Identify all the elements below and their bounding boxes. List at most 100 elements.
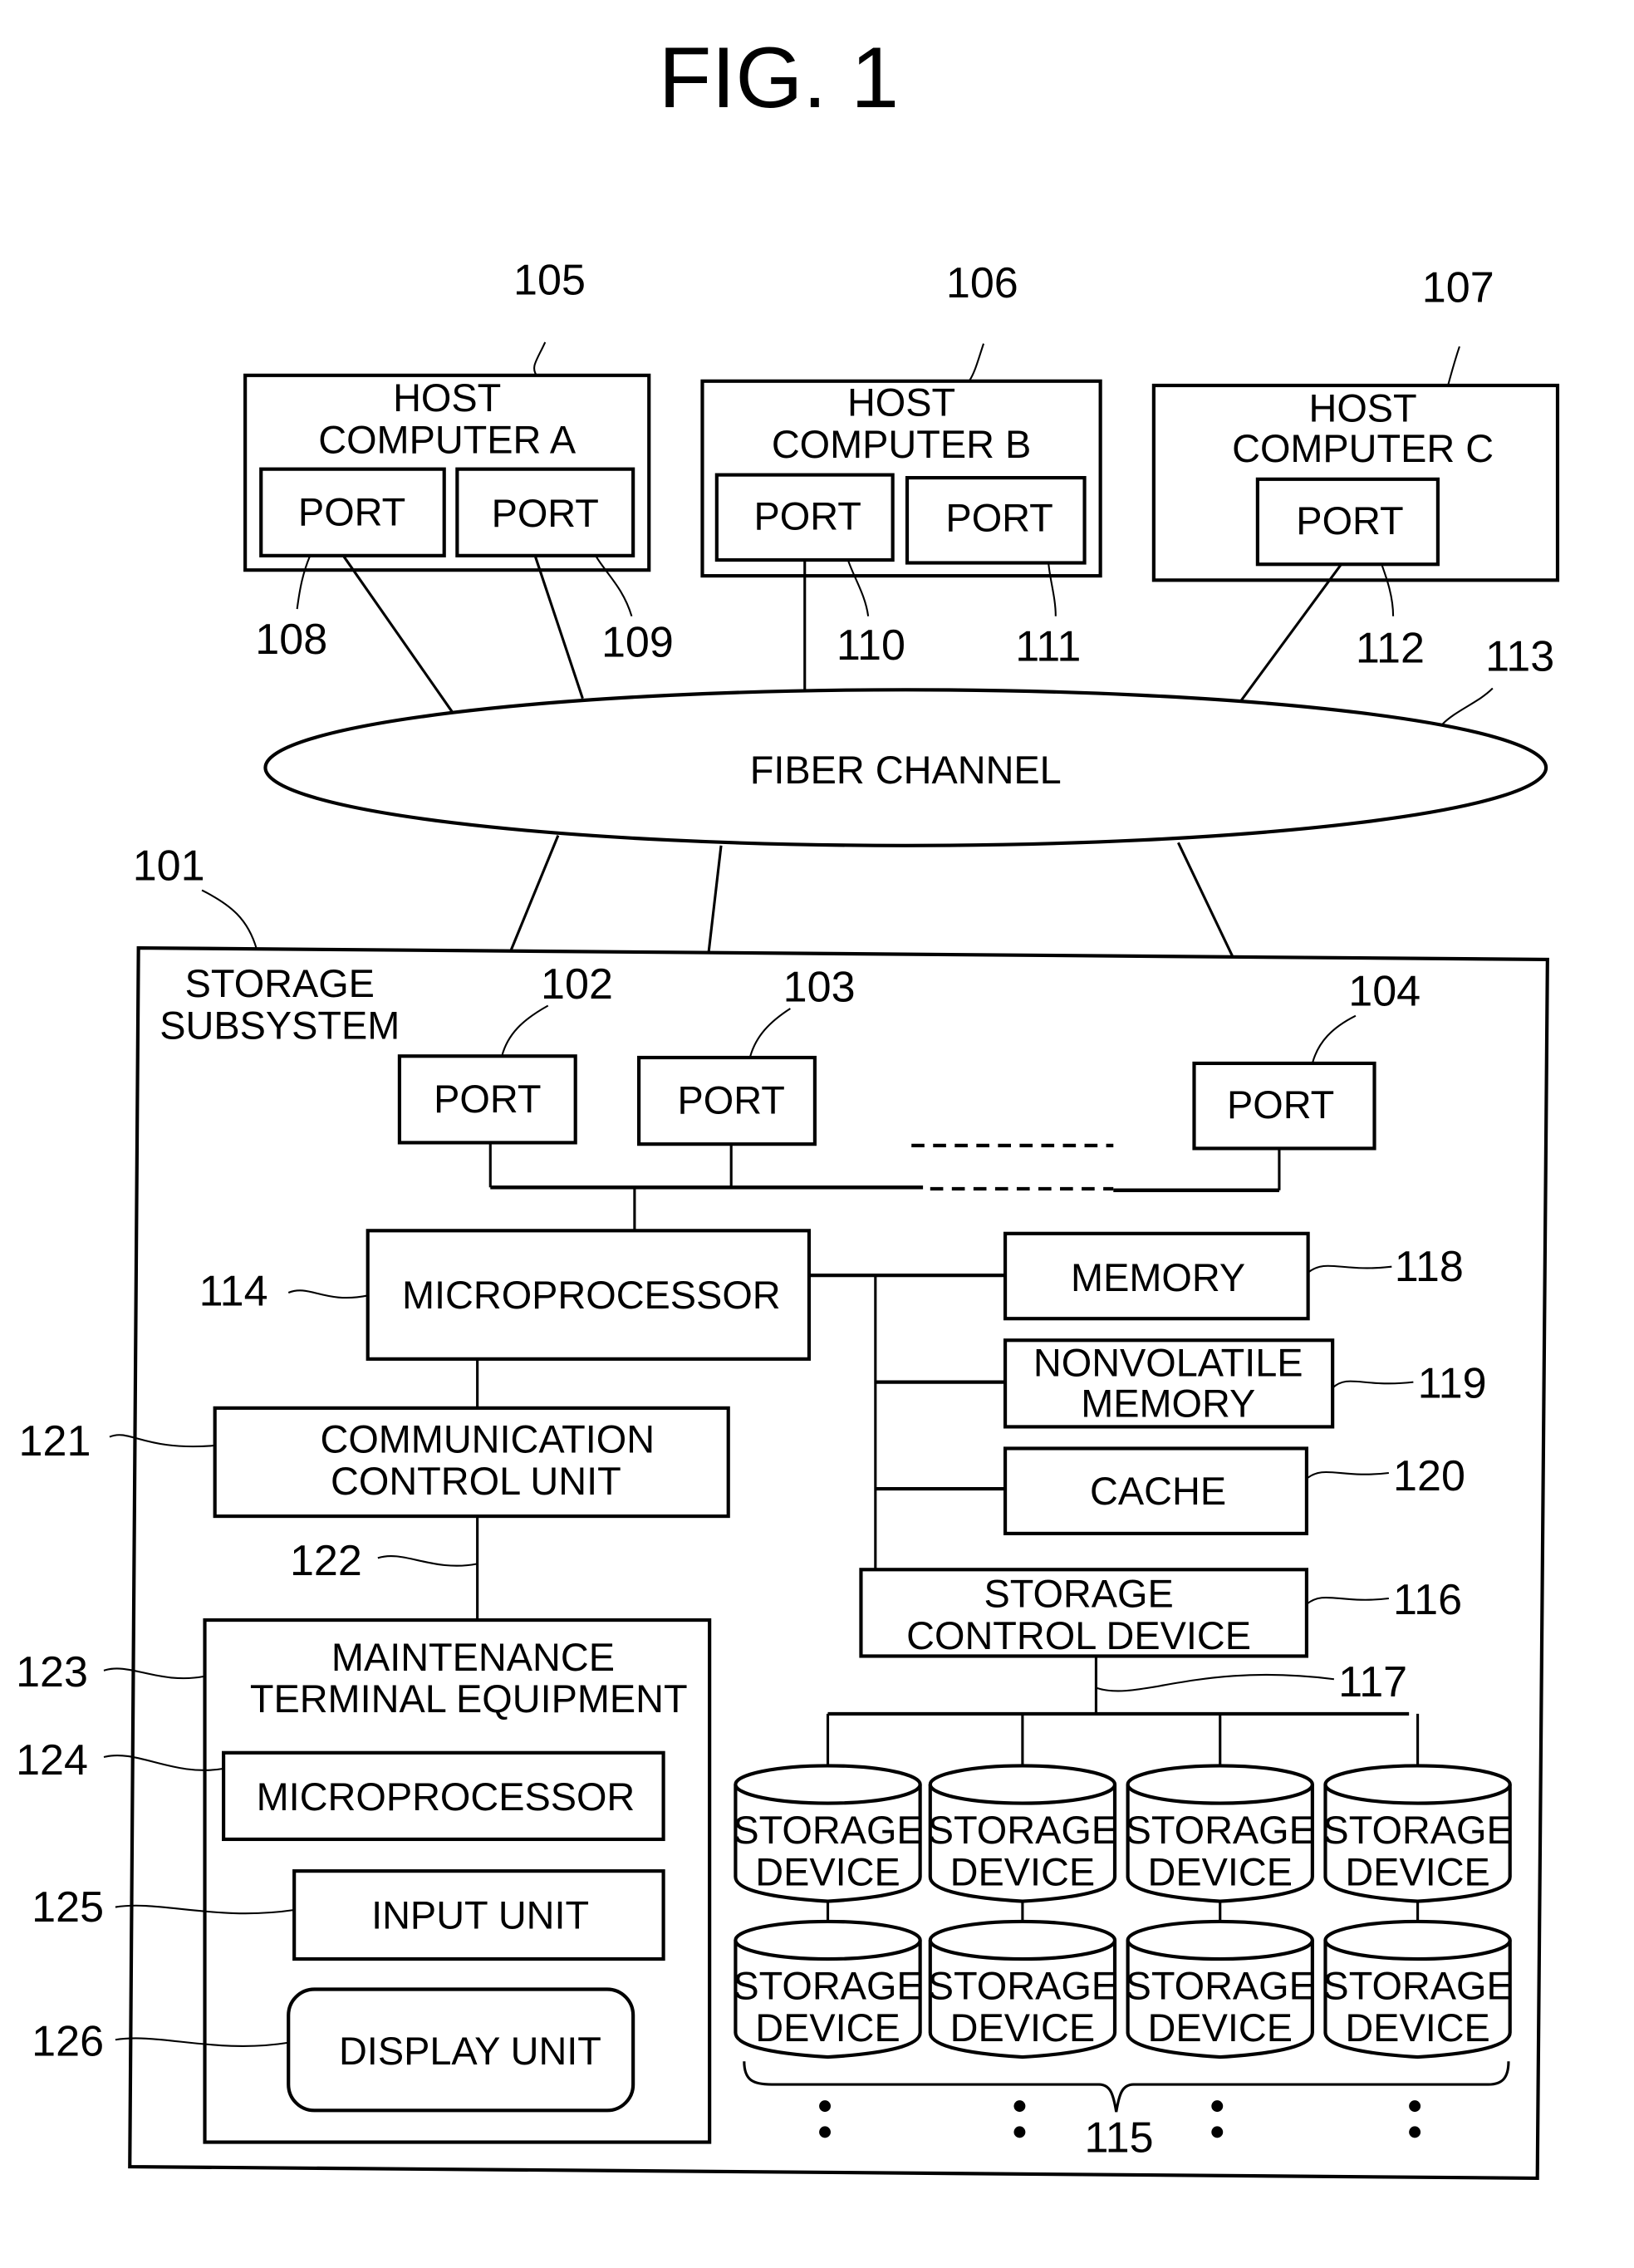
storage-control-label-2: CONTROL DEVICE bbox=[906, 1614, 1251, 1657]
ref-110: 110 bbox=[837, 621, 905, 670]
ellipsis-dot bbox=[1013, 2100, 1026, 2113]
storage-subsystem-label-2: SUBSYSTEM bbox=[159, 1004, 400, 1047]
host-a-port-2-label: PORT bbox=[492, 492, 599, 535]
ellipsis-dot bbox=[1409, 2126, 1421, 2138]
storage-device-label-1: STORAGE bbox=[733, 1965, 922, 2008]
ref-113: 113 bbox=[1485, 633, 1554, 681]
storage-device: STORAGEDEVICE bbox=[1126, 1919, 1315, 2059]
host-a-label-1: HOST bbox=[393, 376, 501, 420]
host-a-label-2: COMPUTER A bbox=[318, 419, 577, 462]
storage-port-104-label: PORT bbox=[1227, 1083, 1334, 1127]
storage-device-label-1: STORAGE bbox=[928, 1965, 1117, 2008]
link-port-109 bbox=[533, 555, 584, 700]
microprocessor-114-label: MICROPROCESSOR bbox=[402, 1274, 781, 1317]
leader-113 bbox=[1441, 687, 1494, 725]
storage-device-label-2: DEVICE bbox=[1345, 2006, 1489, 2050]
ellipsis-dot bbox=[1211, 2100, 1224, 2113]
storage-device-label-2: DEVICE bbox=[1148, 1851, 1293, 1894]
storage-device-top bbox=[734, 1919, 922, 1961]
host-computer-a: 105 HOST COMPUTER A PORT PORT 108 109 bbox=[243, 257, 674, 666]
ref-101: 101 bbox=[133, 842, 205, 890]
storage-device: STORAGEDEVICE bbox=[1322, 1919, 1513, 2059]
input-unit-label: INPUT UNIT bbox=[371, 1894, 589, 1937]
storage-control-label-1: STORAGE bbox=[984, 1572, 1173, 1615]
storage-device-label-2: DEVICE bbox=[1148, 2006, 1293, 2050]
memory-118-label: MEMORY bbox=[1071, 1256, 1245, 1299]
ref-117: 117 bbox=[1338, 1658, 1407, 1706]
storage-device-top bbox=[734, 1764, 922, 1805]
storage-device: STORAGEDEVICE bbox=[733, 1764, 923, 1903]
storage-device-top bbox=[1323, 1919, 1512, 1961]
link-port-112 bbox=[1236, 563, 1342, 707]
ref-108: 108 bbox=[255, 616, 327, 664]
ref-105: 105 bbox=[513, 257, 586, 305]
storage-device-label-1: STORAGE bbox=[1322, 1965, 1512, 2008]
storage-device: STORAGEDEVICE bbox=[928, 1764, 1117, 1903]
ref-124: 124 bbox=[16, 1736, 88, 1784]
storage-port-103-label: PORT bbox=[678, 1079, 785, 1122]
storage-subsystem-label-1: STORAGE bbox=[185, 962, 375, 1005]
storage-device-top bbox=[1126, 1764, 1314, 1805]
host-c-port-label: PORT bbox=[1296, 499, 1403, 542]
figure-title: FIG. 1 bbox=[659, 30, 899, 126]
host-b-port-2-label: PORT bbox=[945, 496, 1053, 539]
ref-126: 126 bbox=[32, 2017, 104, 2065]
link-port-108 bbox=[341, 554, 454, 714]
cache-120-label: CACHE bbox=[1090, 1470, 1226, 1513]
storage-device: STORAGEDEVICE bbox=[733, 1919, 923, 2059]
ref-122: 122 bbox=[290, 1537, 362, 1585]
storage-device-label-2: DEVICE bbox=[755, 1851, 900, 1894]
ref-102: 102 bbox=[541, 960, 613, 1009]
storage-device-label-1: STORAGE bbox=[1126, 1965, 1315, 2008]
ref-103: 103 bbox=[783, 963, 856, 1011]
ref-119: 119 bbox=[1418, 1360, 1487, 1408]
storage-device-label-1: STORAGE bbox=[733, 1809, 922, 1852]
host-c-label-2: COMPUTER C bbox=[1232, 427, 1494, 470]
leader-107 bbox=[1447, 346, 1460, 386]
leader-101 bbox=[201, 889, 258, 950]
ref-121: 121 bbox=[19, 1417, 91, 1465]
ref-120: 120 bbox=[1393, 1452, 1465, 1500]
storage-device-top bbox=[928, 1764, 1117, 1805]
fiber-channel-label: FIBER CHANNEL bbox=[750, 749, 1062, 792]
storage-device-label-2: DEVICE bbox=[950, 2006, 1095, 2050]
storage-device-top bbox=[1126, 1919, 1314, 1961]
storage-system-diagram: FIG. 1 105 HOST COMPUTER A PORT PORT 108… bbox=[16, 30, 1560, 2181]
ellipsis-dot bbox=[1211, 2126, 1224, 2138]
storage-device: STORAGEDEVICE bbox=[1322, 1764, 1513, 1903]
leader-106 bbox=[968, 343, 985, 382]
ellipsis-dot bbox=[819, 2126, 831, 2138]
ref-109: 109 bbox=[601, 618, 674, 666]
storage-device: STORAGEDEVICE bbox=[1126, 1764, 1315, 1903]
ref-118: 118 bbox=[1395, 1243, 1464, 1291]
storage-device-label-2: DEVICE bbox=[950, 1851, 1095, 1894]
ref-114: 114 bbox=[199, 1268, 268, 1316]
storage-port-102-label: PORT bbox=[434, 1078, 541, 1121]
maintenance-label-2: TERMINAL EQUIPMENT bbox=[250, 1677, 688, 1721]
ref-123: 123 bbox=[16, 1648, 88, 1696]
storage-device-top bbox=[1323, 1764, 1512, 1805]
storage-device-label-1: STORAGE bbox=[1126, 1809, 1315, 1852]
ref-104: 104 bbox=[1348, 967, 1421, 1015]
host-b-label-2: COMPUTER B bbox=[772, 423, 1031, 466]
host-computer-b: 106 HOST COMPUTER B PORT PORT 110 111 bbox=[700, 259, 1102, 671]
host-computer-c: 107 HOST COMPUTER C PORT 112 bbox=[1151, 263, 1560, 672]
ellipsis-dot bbox=[819, 2100, 831, 2113]
ellipsis-dot bbox=[1013, 2126, 1026, 2138]
leader-105 bbox=[533, 341, 547, 376]
host-b-port-1-label: PORT bbox=[754, 495, 861, 538]
ref-116: 116 bbox=[1393, 1576, 1462, 1624]
nonvolatile-memory-label-2: MEMORY bbox=[1081, 1382, 1255, 1425]
comm-control-label-2: CONTROL UNIT bbox=[331, 1460, 621, 1503]
ref-125: 125 bbox=[32, 1883, 104, 1932]
maintenance-microprocessor-label: MICROPROCESSOR bbox=[257, 1775, 635, 1819]
storage-device-top bbox=[928, 1919, 1117, 1961]
host-a-port-1-label: PORT bbox=[298, 490, 405, 533]
storage-subsystem: 101 STORAGE SUBSYSTEM PORT 102 PORT 103 … bbox=[16, 842, 1549, 2181]
display-unit-label: DISPLAY UNIT bbox=[339, 2030, 601, 2073]
ref-115: 115 bbox=[1085, 2114, 1154, 2162]
host-b-label-1: HOST bbox=[847, 380, 955, 424]
storage-device-label-2: DEVICE bbox=[1345, 1851, 1489, 1894]
storage-device: STORAGEDEVICE bbox=[928, 1919, 1117, 2059]
ref-106: 106 bbox=[946, 259, 1018, 307]
